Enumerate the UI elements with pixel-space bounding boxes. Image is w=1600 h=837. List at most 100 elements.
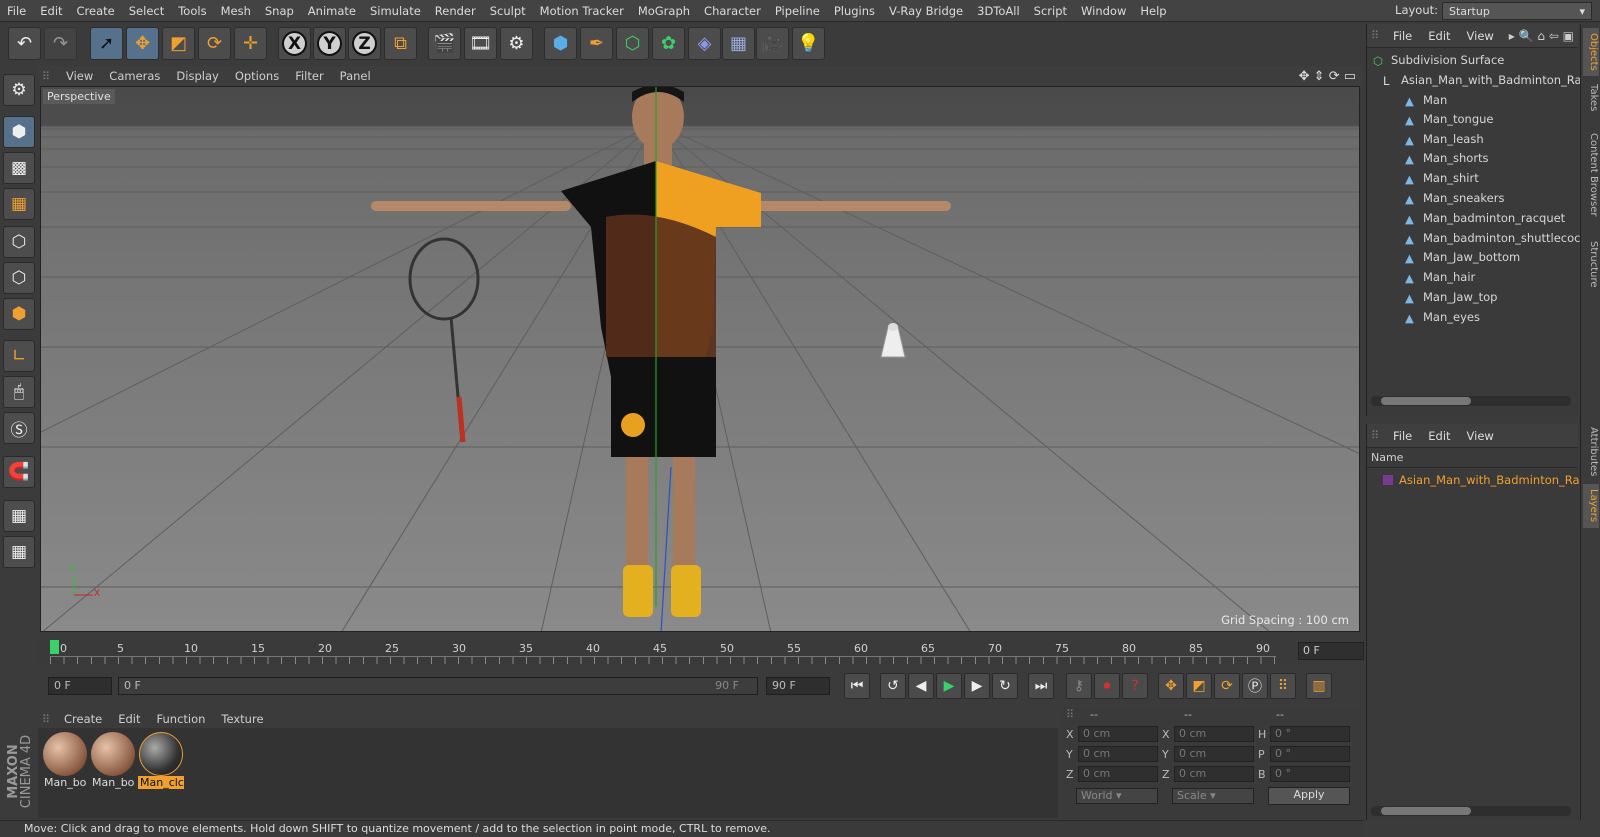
object-group[interactable]: L Asian_Man_with_Badminton_Rac bbox=[1383, 70, 1588, 90]
tab-layers[interactable]: Layers bbox=[1583, 484, 1599, 528]
edges-mode-button[interactable]: ⬡ bbox=[3, 262, 35, 294]
size-y-field[interactable]: 0 cm bbox=[1174, 746, 1254, 762]
material-swatch[interactable]: Man_bo bbox=[90, 732, 136, 794]
menu-3dtoall[interactable]: 3DToAll bbox=[970, 4, 1027, 18]
key-parameter-button[interactable]: Ⓟ bbox=[1242, 673, 1268, 699]
menu-select[interactable]: Select bbox=[122, 4, 171, 18]
tab-content-browser[interactable]: Content Browser bbox=[1583, 120, 1599, 230]
points-mode-button[interactable]: ⬡ bbox=[3, 226, 35, 258]
coord-mode-world-select[interactable]: World ▾ bbox=[1076, 788, 1158, 804]
tree-item[interactable]: ▲ Man_shorts bbox=[1405, 148, 1489, 168]
drag-handle-icon[interactable]: ⠿ bbox=[1066, 708, 1074, 721]
drag-handle-icon[interactable]: ⠿ bbox=[1367, 429, 1385, 442]
viewport-menu-filter[interactable]: Filter bbox=[287, 69, 331, 83]
layers-column-header[interactable]: Name bbox=[1367, 448, 1578, 468]
menu-vray-bridge[interactable]: V-Ray Bridge bbox=[882, 4, 970, 18]
start-frame-field[interactable]: 0 F bbox=[48, 677, 112, 695]
menu-create[interactable]: Create bbox=[70, 4, 122, 18]
camera-label[interactable]: Perspective bbox=[43, 89, 115, 104]
key-position-button[interactable]: ✥ bbox=[1158, 673, 1184, 699]
menu-script[interactable]: Script bbox=[1027, 4, 1074, 18]
viewport-menu-cameras[interactable]: Cameras bbox=[101, 69, 168, 83]
tab-attributes[interactable]: Attributes bbox=[1583, 424, 1599, 480]
menu-mesh[interactable]: Mesh bbox=[214, 4, 258, 18]
model-mode-button[interactable]: ⬢ bbox=[3, 116, 35, 148]
scrollbar-thumb[interactable] bbox=[1381, 397, 1471, 405]
floor-environment-button[interactable]: ▦ bbox=[722, 27, 755, 60]
material-swatch-selected[interactable]: Man_clc bbox=[138, 732, 184, 794]
menu-render[interactable]: Render bbox=[428, 4, 483, 18]
tab-structure[interactable]: Structure bbox=[1583, 236, 1599, 292]
layers-menu-view[interactable]: View bbox=[1459, 429, 1502, 443]
tree-item[interactable]: ▲ Man_eyes bbox=[1405, 307, 1480, 327]
menu-sculpt[interactable]: Sculpt bbox=[483, 4, 533, 18]
menu-character[interactable]: Character bbox=[697, 4, 768, 18]
key-pla-button[interactable]: ⠿ bbox=[1270, 673, 1296, 699]
menu-edit[interactable]: Edit bbox=[33, 4, 69, 18]
redo-button[interactable]: ↷ bbox=[44, 27, 77, 60]
material-menu-texture[interactable]: Texture bbox=[213, 712, 271, 726]
menu-pipeline[interactable]: Pipeline bbox=[768, 4, 827, 18]
rotate-tool-button[interactable]: ⟳ bbox=[198, 27, 231, 60]
object-menu-view[interactable]: View bbox=[1459, 29, 1502, 43]
tree-item[interactable]: ▲ Man_badminton_racquet bbox=[1405, 208, 1565, 228]
transform-tool-button[interactable]: ✛ bbox=[234, 27, 267, 60]
tweak-mode-button[interactable]: 🖱 bbox=[3, 376, 35, 408]
pen-spline-button[interactable]: ✒ bbox=[580, 27, 613, 60]
menu-motion-tracker[interactable]: Motion Tracker bbox=[533, 4, 631, 18]
texture-mode-button[interactable]: ▩ bbox=[3, 152, 35, 184]
light-button[interactable]: 💡 bbox=[792, 27, 825, 60]
perspective-viewport[interactable]: Y X Perspective Grid Spacing : 100 cm bbox=[40, 86, 1360, 632]
timeline-ruler[interactable]: 0 5 10 15 20 25 30 35 40 45 50 55 60 65 … bbox=[38, 640, 1364, 666]
menu-plugins[interactable]: Plugins bbox=[827, 4, 882, 18]
tree-item[interactable]: ▲ Man_leash bbox=[1405, 129, 1484, 149]
end-frame-field[interactable]: 90 F bbox=[766, 677, 830, 695]
play-button[interactable]: ▶ bbox=[936, 673, 962, 699]
key-scale-button[interactable]: ◩ bbox=[1186, 673, 1212, 699]
playhead-marker[interactable] bbox=[50, 640, 59, 654]
z-axis-lock-button[interactable]: Z bbox=[348, 27, 381, 60]
snap-button[interactable]: Ⓢ bbox=[3, 412, 35, 444]
drag-handle-icon[interactable]: ⠿ bbox=[38, 70, 58, 83]
menu-simulate[interactable]: Simulate bbox=[363, 4, 428, 18]
rotation-b-field[interactable]: 0 ° bbox=[1270, 766, 1350, 782]
timeline-window-button[interactable]: ▥ bbox=[1306, 673, 1332, 699]
workplane-grid-button[interactable]: ▦ bbox=[3, 536, 35, 568]
magnet-button[interactable]: 🧲 bbox=[3, 456, 35, 488]
current-frame-field[interactable]: 0 F bbox=[1298, 642, 1364, 660]
menu-mograph[interactable]: MoGraph bbox=[631, 4, 697, 18]
polygons-mode-button[interactable]: ⬢ bbox=[3, 298, 35, 330]
size-z-field[interactable]: 0 cm bbox=[1174, 766, 1254, 782]
tree-item[interactable]: ▲ Man bbox=[1405, 90, 1447, 110]
layer-row[interactable]: Asian_Man_with_Badminton_Rack bbox=[1373, 470, 1593, 490]
prev-frame-button[interactable]: ◀ bbox=[908, 673, 934, 699]
position-z-field[interactable]: 0 cm bbox=[1078, 766, 1158, 782]
object-manager-tools[interactable]: ▸ 🔍 ⌂ ⇦ ▣ bbox=[1509, 29, 1578, 43]
tree-item[interactable]: ▲ Man_tongue bbox=[1405, 109, 1494, 129]
next-frame-button[interactable]: ▶ bbox=[964, 673, 990, 699]
menu-tools[interactable]: Tools bbox=[171, 4, 213, 18]
tree-item[interactable]: ▲ Man_badminton_shuttlecock bbox=[1405, 228, 1587, 248]
render-settings-button[interactable]: ⚙ bbox=[500, 27, 533, 60]
y-axis-lock-button[interactable]: Y bbox=[313, 27, 346, 60]
material-menu-create[interactable]: Create bbox=[56, 712, 110, 726]
live-selection-button[interactable]: ➚ bbox=[90, 27, 123, 60]
viewport-menu-panel[interactable]: Panel bbox=[332, 69, 379, 83]
layers-hscrollbar[interactable] bbox=[1371, 806, 1571, 816]
menu-snap[interactable]: Snap bbox=[258, 4, 301, 18]
menu-file[interactable]: File bbox=[0, 4, 33, 18]
menu-animate[interactable]: Animate bbox=[301, 4, 363, 18]
tree-item[interactable]: ▲ Man_Jaw_bottom bbox=[1405, 247, 1520, 267]
mograph-cloner-button[interactable]: ✿ bbox=[652, 27, 685, 60]
viewport-menu-options[interactable]: Options bbox=[227, 69, 287, 83]
tree-item[interactable]: ▲ Man_shirt bbox=[1405, 168, 1479, 188]
viewport-menu-view[interactable]: View bbox=[58, 69, 101, 83]
record-active-button[interactable]: ⏺ bbox=[1094, 673, 1120, 699]
size-x-field[interactable]: 0 cm bbox=[1174, 726, 1254, 742]
layers-menu-edit[interactable]: Edit bbox=[1420, 429, 1458, 443]
object-menu-file[interactable]: File bbox=[1385, 29, 1420, 43]
tab-objects[interactable]: Objects bbox=[1583, 28, 1599, 76]
prev-key-button[interactable]: ↺ bbox=[880, 673, 906, 699]
x-axis-lock-button[interactable]: X bbox=[278, 27, 311, 60]
drag-handle-icon[interactable]: ⠿ bbox=[1367, 29, 1385, 42]
